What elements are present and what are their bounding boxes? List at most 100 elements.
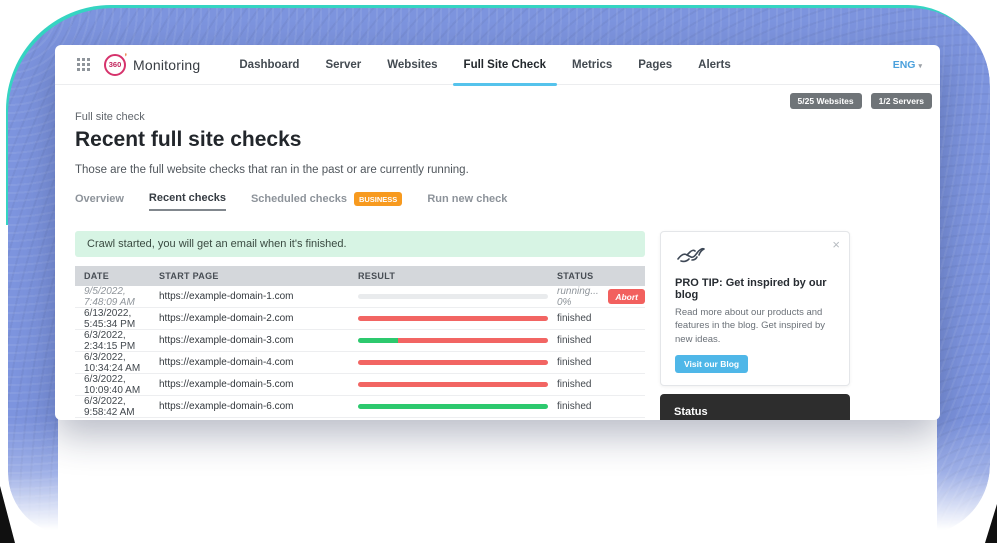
usage-badges-row: 5/25 Websites 1/2 Servers	[55, 85, 940, 109]
logo-360-icon: 360 ’	[104, 54, 126, 76]
bar-segment-red	[358, 382, 548, 387]
checks-column: Crawl started, you will get an email whe…	[75, 231, 645, 420]
abort-button[interactable]: Abort	[608, 289, 645, 304]
brand-logo[interactable]: 360 ’ Monitoring	[104, 54, 200, 76]
status-text: finished	[557, 401, 591, 412]
column-header-start-page: START PAGE	[159, 271, 358, 281]
status-text: finished	[557, 313, 591, 324]
chevron-down-icon: ▾	[918, 63, 922, 70]
check-date: 6/13/2022, 5:45:34 PM	[75, 308, 159, 330]
result-cell	[358, 360, 557, 365]
status-text: finished	[557, 379, 591, 390]
app-window: 360 ’ Monitoring DashboardServerWebsites…	[55, 45, 940, 420]
start-page-link[interactable]: https://example-domain-3.com	[159, 335, 358, 346]
app-launcher-icon[interactable]	[77, 58, 90, 71]
bar-segment-green	[358, 338, 398, 343]
bar-segment-red	[358, 360, 548, 365]
start-page-link[interactable]: https://example-domain-2.com	[159, 313, 358, 324]
result-progress-bar	[358, 382, 548, 387]
brand-name: Monitoring	[133, 57, 200, 73]
column-header-status: STATUS	[557, 271, 645, 281]
logo-flame-icon: ’	[124, 52, 127, 62]
handshake-doodle-icon	[675, 243, 707, 267]
result-cell	[358, 382, 557, 387]
checks-table: DATESTART PAGERESULTSTATUS 9/5/2022, 7:4…	[75, 266, 645, 418]
result-cell	[358, 316, 557, 321]
tab-run-new-check[interactable]: Run new check	[427, 193, 507, 210]
table-row: 6/3/2022, 10:34:24 AMhttps://example-dom…	[75, 352, 645, 374]
top-navbar: 360 ’ Monitoring DashboardServerWebsites…	[55, 45, 940, 85]
status-cell: finished	[557, 401, 645, 412]
tab-label: Scheduled checks	[251, 193, 347, 205]
nav-item-pages[interactable]: Pages	[625, 45, 685, 85]
nav-item-full-site-check[interactable]: Full Site Check	[451, 45, 559, 85]
close-icon[interactable]: ×	[832, 237, 840, 252]
status-cell: finished	[557, 357, 645, 368]
bar-segment-red	[398, 338, 548, 343]
result-cell	[358, 294, 557, 299]
column-header-result: RESULT	[358, 271, 557, 281]
tab-bar: Overview Recent checks Scheduled checks BUS…	[75, 192, 940, 211]
nav-item-alerts[interactable]: Alerts	[685, 45, 744, 85]
nav-item-dashboard[interactable]: Dashboard	[226, 45, 312, 85]
white-underlay	[58, 415, 937, 543]
status-card-title: Status	[674, 406, 836, 418]
nav-item-server[interactable]: Server	[312, 45, 374, 85]
nav-item-metrics[interactable]: Metrics	[559, 45, 625, 85]
page-content: Full site check Recent full site checks …	[55, 111, 940, 420]
tab-label: Run new check	[427, 193, 507, 205]
result-progress-bar	[358, 338, 548, 343]
status-card: Status SERVERS0 open alert(s)0 servers d…	[660, 394, 850, 420]
result-progress-bar	[358, 316, 548, 321]
result-progress-bar	[358, 294, 548, 299]
table-row: 6/3/2022, 10:09:40 AMhttps://example-dom…	[75, 374, 645, 396]
start-page-link[interactable]: https://example-domain-4.com	[159, 357, 358, 368]
page-title: Recent full site checks	[75, 128, 940, 152]
sidebar-column: × PRO TIP: Get inspired by our blog Read…	[660, 231, 850, 420]
usage-badge-1-2-servers[interactable]: 1/2 Servers	[871, 93, 932, 109]
tab-overview[interactable]: Overview	[75, 193, 124, 210]
pro-tip-title: PRO TIP: Get inspired by our blog	[675, 277, 835, 301]
status-text: finished	[557, 335, 591, 346]
start-page-link[interactable]: https://example-domain-5.com	[159, 379, 358, 390]
result-cell	[358, 338, 557, 343]
pro-tip-body: Read more about our products and feature…	[675, 306, 835, 346]
visit-blog-button[interactable]: Visit our Blog	[675, 355, 748, 373]
status-text: finished	[557, 357, 591, 368]
table-row: 6/13/2022, 5:45:34 PMhttps://example-dom…	[75, 308, 645, 330]
check-date: 6/3/2022, 10:34:24 AM	[75, 352, 159, 374]
status-cell: finished	[557, 313, 645, 324]
check-date: 6/3/2022, 10:09:40 AM	[75, 374, 159, 396]
tab-scheduled-checks[interactable]: Scheduled checks BUSINESS	[251, 192, 402, 211]
result-cell	[358, 404, 557, 409]
nav-item-websites[interactable]: Websites	[374, 45, 450, 85]
business-badge: BUSINESS	[354, 192, 402, 206]
check-date: 6/3/2022, 2:34:15 PM	[75, 330, 159, 352]
check-date: 9/5/2022, 7:48:09 AM	[75, 286, 159, 308]
table-body: 9/5/2022, 7:48:09 AMhttps://example-doma…	[75, 286, 645, 418]
success-banner: Crawl started, you will get an email whe…	[75, 231, 645, 257]
table-row: 9/5/2022, 7:48:09 AMhttps://example-doma…	[75, 286, 645, 308]
result-progress-bar	[358, 360, 548, 365]
tab-recent-checks[interactable]: Recent checks	[149, 192, 226, 211]
decor-wedge-right	[985, 504, 997, 543]
status-cell: running... 0% Abort	[557, 286, 645, 308]
column-header-date: DATE	[75, 271, 159, 281]
table-row: 6/3/2022, 2:34:15 PMhttps://example-doma…	[75, 330, 645, 352]
page-description: Those are the full website checks that r…	[75, 164, 940, 176]
page-background: 360 ’ Monitoring DashboardServerWebsites…	[0, 0, 997, 543]
table-header: DATESTART PAGERESULTSTATUS	[75, 266, 645, 286]
language-selector[interactable]: ENG▾	[893, 59, 922, 71]
tab-label: Recent checks	[149, 192, 226, 204]
start-page-link[interactable]: https://example-domain-1.com	[159, 291, 358, 302]
start-page-link[interactable]: https://example-domain-6.com	[159, 401, 358, 412]
tab-label: Overview	[75, 193, 124, 205]
status-cell: finished	[557, 335, 645, 346]
pro-tip-card: × PRO TIP: Get inspired by our blog Read…	[660, 231, 850, 386]
status-text: running... 0%	[557, 286, 601, 308]
usage-badge-5-25-websites[interactable]: 5/25 Websites	[790, 93, 862, 109]
status-cell: finished	[557, 379, 645, 390]
table-row: 6/3/2022, 9:58:42 AMhttps://example-doma…	[75, 396, 645, 418]
main-nav: DashboardServerWebsitesFull Site CheckMe…	[226, 45, 743, 85]
bar-segment-red	[358, 316, 548, 321]
